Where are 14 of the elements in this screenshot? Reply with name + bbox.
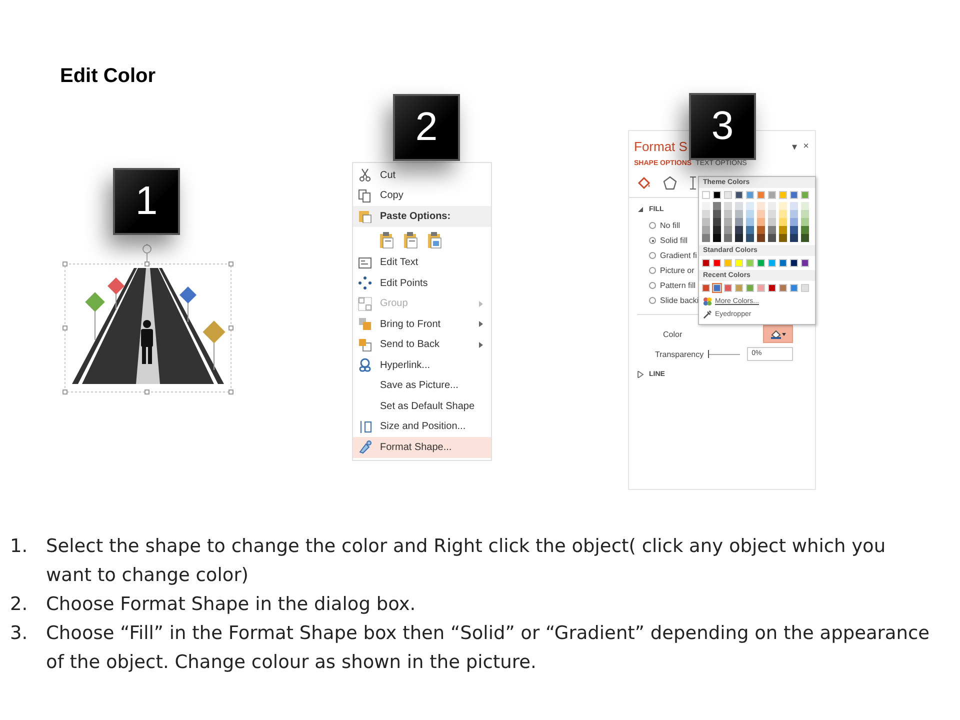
step-text: Choose Format Shape in the dialog box. — [46, 593, 417, 617]
step-text: Select the shape to change the color and Right click the object( click any object which you want to change color) — [46, 535, 887, 588]
step-number: 2. — [10, 593, 29, 617]
menu-section-header: Paste Options: — [380, 210, 451, 222]
step-number: 3. — [10, 622, 29, 646]
number-badge: 3 — [689, 93, 756, 160]
step-number: 1. — [10, 535, 29, 559]
panel-title: Format S — [634, 139, 688, 154]
transparency-label: Transparency — [655, 350, 704, 358]
number-badge: 1 — [113, 168, 180, 235]
slide-title: Edit Color — [59, 64, 157, 88]
number-badge: 2 — [393, 94, 460, 161]
color-label: Color — [663, 330, 682, 338]
step-text: Choose “Fill” in the Format Shape box then “Solid” or “Gradient” depending on the appearance of the object. Change colour as shown in the picture. — [46, 622, 931, 675]
